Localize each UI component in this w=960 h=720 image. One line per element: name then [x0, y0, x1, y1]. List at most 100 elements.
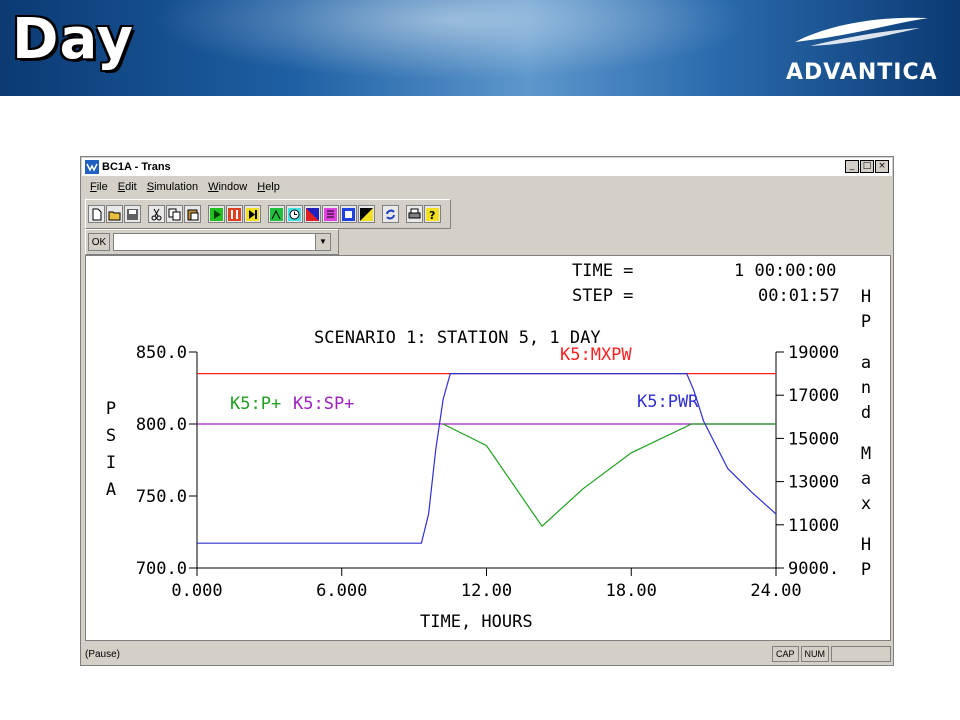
chart-icon — [360, 207, 373, 221]
y-left-label-char: I — [106, 453, 116, 473]
window-controls: _ □ × — [845, 160, 889, 173]
paste-icon — [187, 209, 199, 220]
time-value: 1 00:00:00 — [734, 261, 836, 281]
svg-text:?: ? — [429, 209, 435, 221]
refresh-icon — [386, 209, 395, 219]
window-button[interactable] — [340, 205, 357, 223]
trend-chart: TIME = 1 00:00:00 STEP = 00:01:57 SCENAR… — [106, 261, 871, 632]
step-button[interactable] — [244, 205, 261, 223]
chart-button[interactable] — [358, 205, 375, 223]
new-file-button[interactable] — [88, 205, 105, 223]
y-right-label-char: H — [861, 287, 871, 307]
copy-button[interactable] — [166, 205, 183, 223]
series-line-k5-p- — [442, 423, 776, 528]
menu-label: imulation — [154, 181, 199, 193]
copy-icon — [168, 208, 181, 220]
window-icon — [342, 207, 355, 221]
refresh-button[interactable] — [382, 205, 399, 223]
new-file-icon — [92, 208, 102, 220]
x-axis-label: TIME, HOURS — [420, 612, 533, 632]
y-right-label-char: a — [861, 353, 871, 373]
cut-button[interactable] — [148, 205, 165, 223]
plot-area: TIME = 1 00:00:00 STEP = 00:01:57 SCENAR… — [85, 255, 891, 641]
minimize-button[interactable]: _ — [845, 160, 859, 173]
dropdown-arrow-icon[interactable]: ▼ — [315, 234, 330, 250]
y-left-tick-label: 750.0 — [136, 487, 187, 507]
ok-button[interactable]: OK — [88, 233, 110, 251]
time-label: TIME = — [572, 261, 633, 281]
print-button[interactable] — [406, 205, 423, 223]
series-label: K5:PWR — [637, 392, 699, 412]
banner-highlight — [150, 0, 750, 80]
menu-label: dit — [125, 181, 137, 193]
series-label: K5:P+ — [230, 394, 281, 414]
toolbar-group — [208, 205, 262, 223]
num-indicator: NUM — [800, 646, 829, 662]
save-icon — [127, 208, 138, 220]
command-bar: OK ▼ — [85, 229, 339, 255]
menu-simulation[interactable]: Simulation — [142, 179, 203, 197]
y-right-label-char: n — [861, 378, 871, 398]
y-right-tick-label: 17000 — [788, 386, 839, 406]
y-left-tick-label: 700.0 — [136, 559, 187, 579]
menu-accel: F — [90, 181, 97, 193]
advantica-logo-icon — [795, 17, 928, 46]
status-blank-cell — [831, 646, 891, 662]
graph-button[interactable] — [268, 205, 285, 223]
y-right-label-char: a — [861, 469, 871, 489]
menu-window[interactable]: Window — [203, 179, 252, 197]
graph-icon — [270, 207, 283, 221]
list-icon — [324, 207, 337, 221]
y-right-label-char: H — [861, 535, 871, 555]
y-right-tick-label: 9000. — [788, 559, 839, 579]
window-title: BC1A - Trans — [102, 161, 171, 173]
list-button[interactable] — [322, 205, 339, 223]
slide-banner: Day ADVANTICA — [0, 0, 960, 96]
logo-text: ADVANTICA — [786, 60, 938, 85]
pause-icon — [228, 207, 241, 221]
menu-file[interactable]: File — [85, 179, 113, 197]
step-icon — [246, 207, 259, 221]
menu-help[interactable]: Help — [252, 179, 285, 197]
statusbar: (Pause) CAP NUM — [83, 645, 891, 663]
help-button[interactable]: ? — [424, 205, 441, 223]
x-tick-label: 12.00 — [461, 581, 512, 601]
series-label: K5:MXPW — [560, 345, 632, 365]
pause-button[interactable] — [226, 205, 243, 223]
paste-button[interactable] — [184, 205, 201, 223]
y-left-label-char: P — [106, 399, 116, 419]
chart-title: SCENARIO 1: STATION 5, 1 DAY — [314, 328, 601, 348]
color-icon — [306, 207, 319, 221]
open-folder-icon — [108, 211, 121, 220]
toolbar: ? — [85, 199, 451, 229]
toolbar-group — [148, 205, 202, 223]
y-left-label-char: S — [106, 426, 116, 446]
y-right-tick-label: 19000 — [788, 343, 839, 363]
y-left-label-char: A — [106, 480, 116, 500]
step-label: STEP = — [572, 286, 633, 306]
menu-accel: H — [257, 181, 266, 193]
step-value: 00:01:57 — [758, 286, 840, 306]
x-tick-label: 6.000 — [316, 581, 367, 601]
command-combobox[interactable]: ▼ — [113, 233, 331, 251]
maximize-button[interactable]: □ — [860, 160, 874, 173]
x-tick-label: 0.000 — [171, 581, 222, 601]
y-right-label-char: P — [861, 312, 871, 332]
y-right-label-char: d — [861, 403, 871, 423]
status-text: (Pause) — [85, 648, 121, 660]
help-icon: ? — [426, 207, 439, 221]
menubar: File Edit Simulation Window Help — [85, 179, 285, 197]
window-titlebar[interactable]: BC1A - Trans _ □ × — [82, 158, 892, 176]
caps-indicator: CAP — [771, 646, 799, 662]
open-folder-button[interactable] — [106, 205, 123, 223]
play-icon — [210, 207, 223, 221]
color-button[interactable] — [304, 205, 321, 223]
clock-button[interactable] — [286, 205, 303, 223]
toolbar-group — [382, 205, 400, 223]
y-right-label-char: x — [861, 494, 871, 514]
menu-edit[interactable]: Edit — [113, 179, 142, 197]
save-button[interactable] — [124, 205, 141, 223]
play-button[interactable] — [208, 205, 225, 223]
close-button[interactable]: × — [875, 160, 889, 173]
cut-icon — [151, 208, 162, 220]
